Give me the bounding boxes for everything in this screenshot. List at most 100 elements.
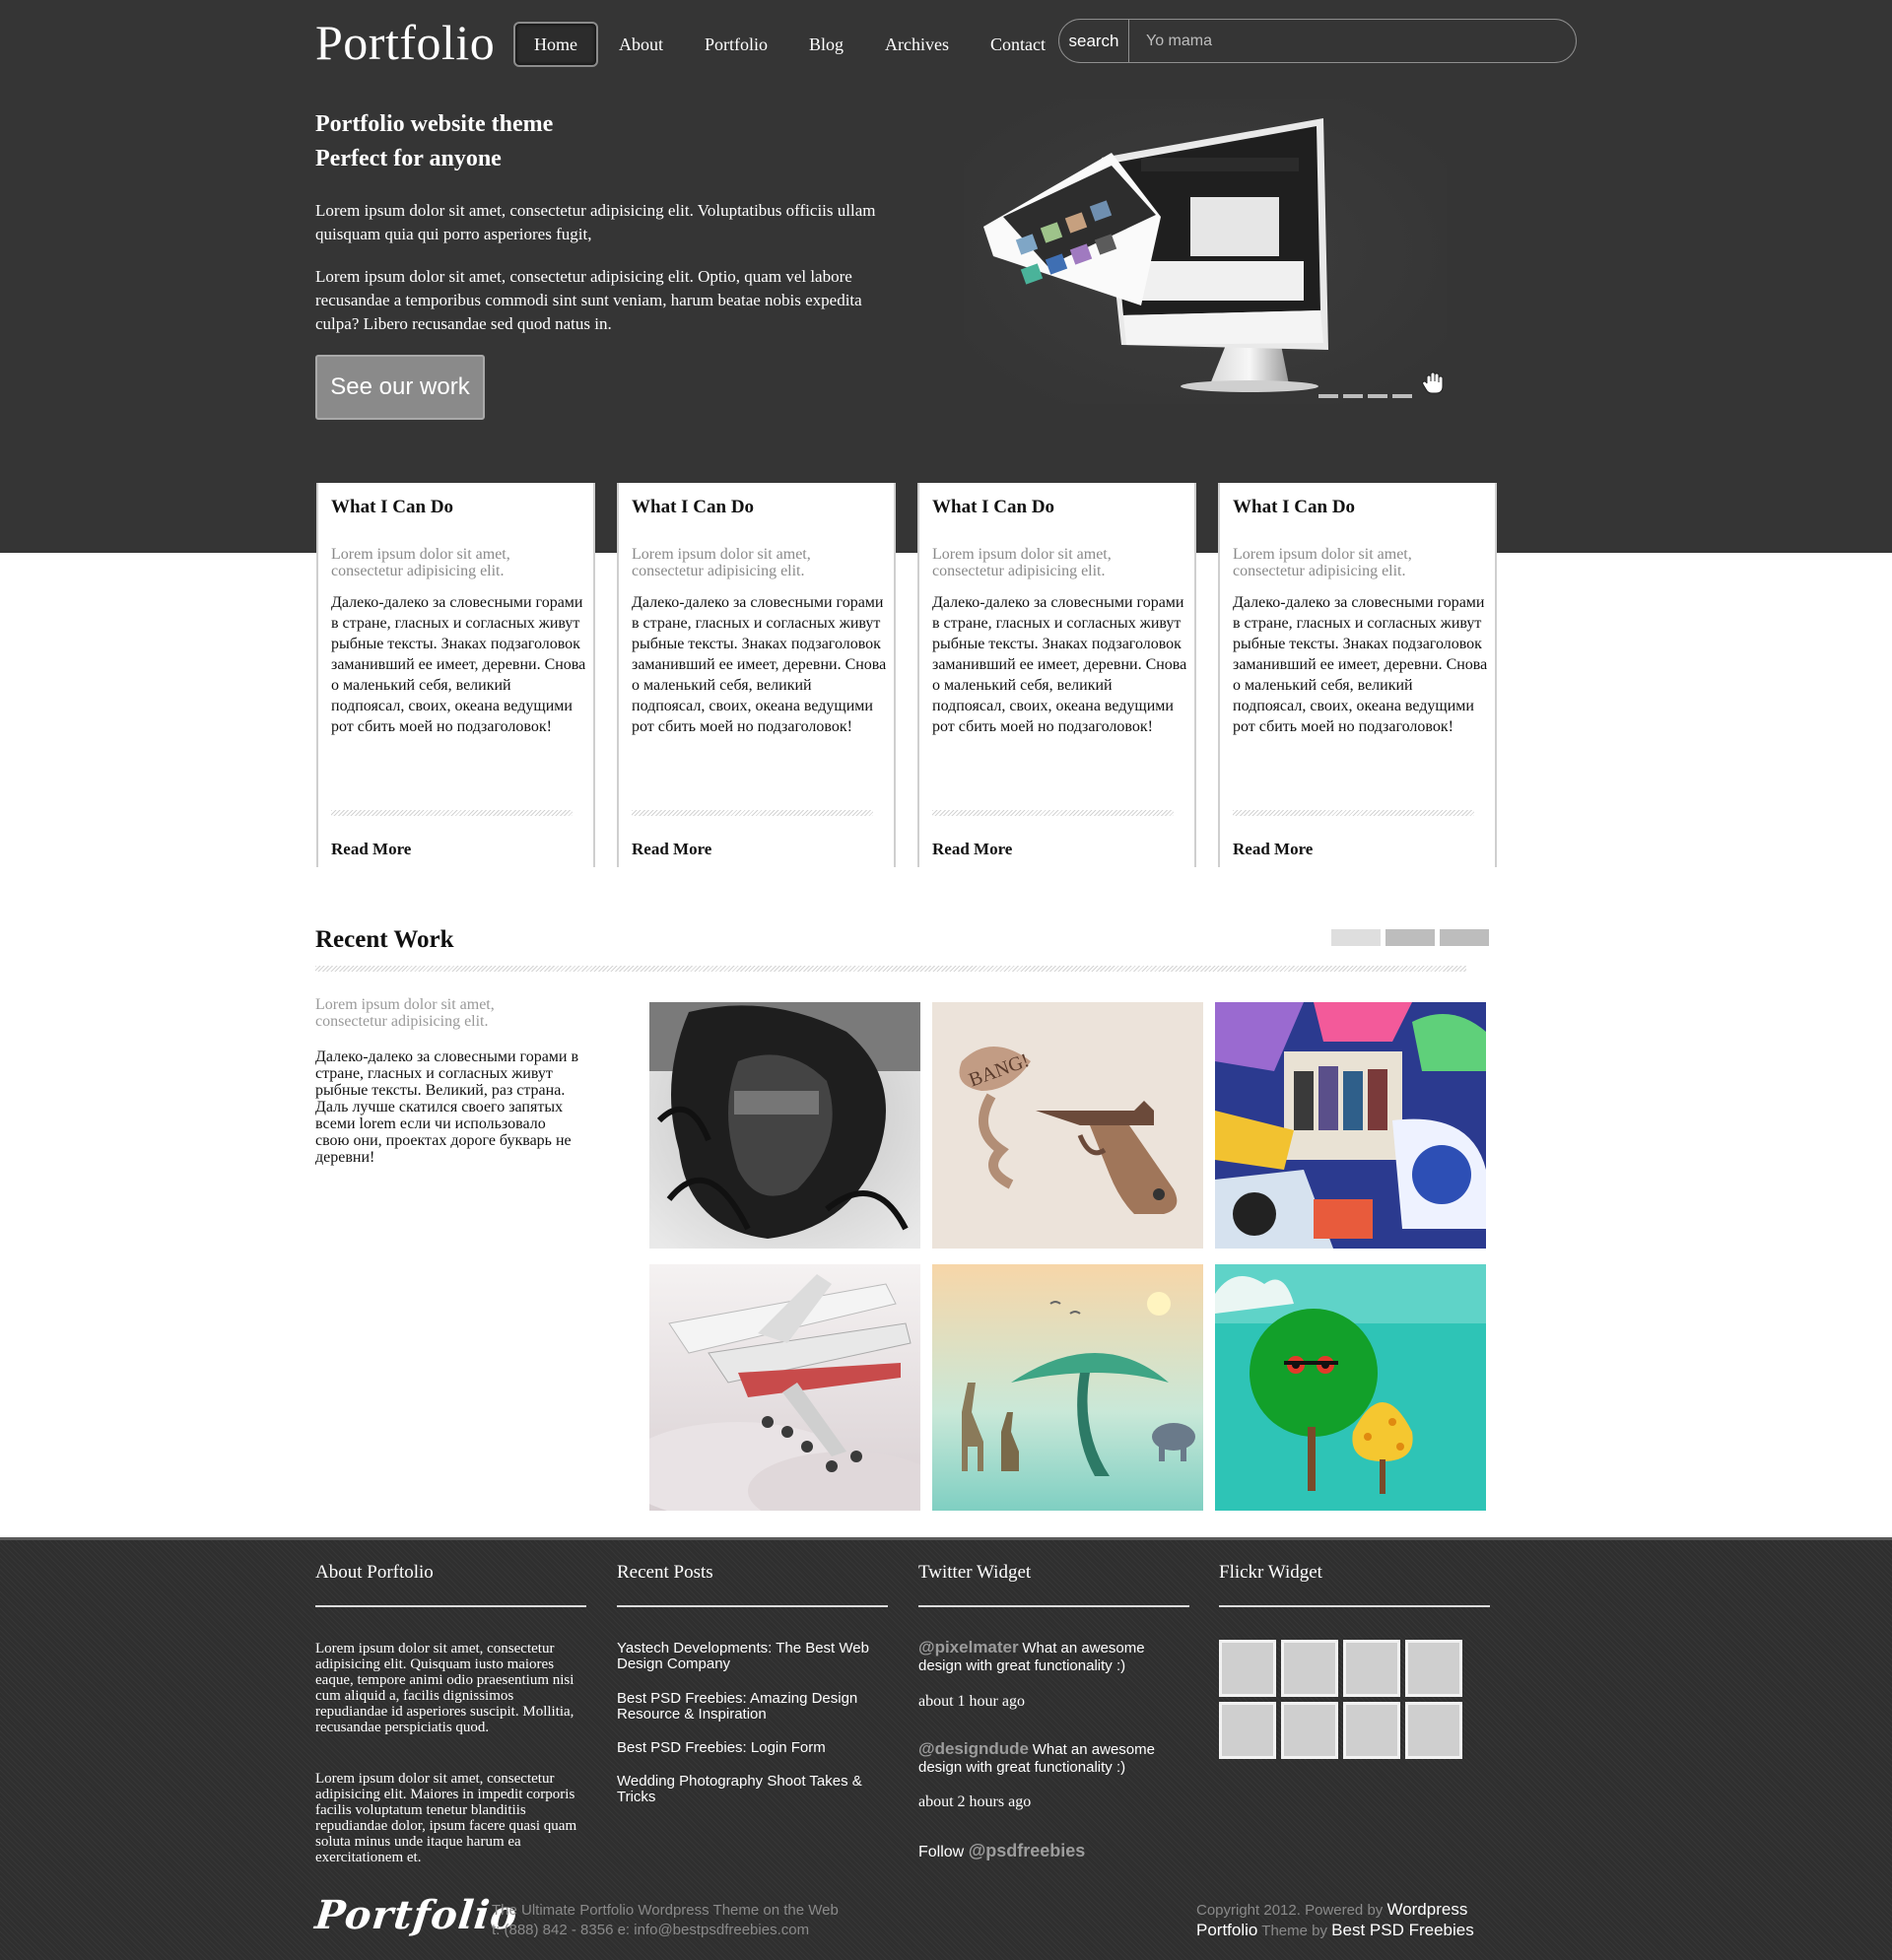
service-subtitle: Lorem ipsum dolor sit amet, consectetur … (632, 546, 811, 579)
nav-contact[interactable]: Contact (970, 22, 1066, 67)
hero-title-line1: Portfolio website theme (315, 111, 554, 137)
nav-about[interactable]: About (598, 22, 684, 67)
tweet-time: about 2 hours ago (918, 1793, 1032, 1810)
divider (617, 1605, 888, 1607)
tweet-time: about 1 hour ago (918, 1693, 1025, 1710)
flickr-photo[interactable] (1281, 1702, 1338, 1759)
copyright-text: Copyright 2012. Powered by (1196, 1902, 1384, 1919)
footer-tagline: The Ultimate Portfolio Wordpress Theme o… (492, 1901, 839, 1940)
service-body: Далеко-далеко за словесными горами в стр… (331, 594, 586, 735)
footer-recent-posts-title: Recent Posts (617, 1562, 713, 1583)
service-card: What I Can Do Lorem ipsum dolor sit amet… (617, 483, 896, 867)
tweet: @pixelmater What an awesome design with … (918, 1639, 1189, 1675)
flickr-photo[interactable] (1343, 1702, 1400, 1759)
divider (1219, 1605, 1490, 1607)
read-more-link[interactable]: Read More (932, 840, 1012, 859)
service-title: What I Can Do (632, 497, 755, 517)
portfolio-thumb-stickers[interactable] (1215, 1002, 1486, 1249)
service-subtitle: Lorem ipsum dolor sit amet, consectetur … (331, 546, 510, 579)
flickr-photo[interactable] (1219, 1640, 1276, 1697)
service-body: Далеко-далеко за словесными горами в стр… (632, 594, 887, 735)
hair-photo-image (649, 1002, 920, 1249)
nav-portfolio[interactable]: Portfolio (684, 22, 788, 67)
slider-dot[interactable] (1343, 394, 1363, 398)
nav-blog[interactable]: Blog (788, 22, 864, 67)
recent-post-link[interactable]: Yastech Developments: The Best Web Desig… (617, 1641, 888, 1672)
main-nav: Home About Portfolio Blog Archives Conta… (513, 22, 1066, 67)
footer-logo[interactable]: Portfolio (313, 1892, 520, 1938)
flickr-photo[interactable] (1281, 1640, 1338, 1697)
tweet-handle[interactable]: @pixelmater (918, 1638, 1019, 1656)
recent-work-subtitle: Lorem ipsum dolor sit amet, consectetur … (315, 996, 495, 1030)
portfolio-thumb-tree[interactable] (1215, 1264, 1486, 1511)
recent-post-link[interactable]: Wedding Photography Shoot Takes & Tricks (617, 1774, 888, 1805)
service-title: What I Can Do (1233, 497, 1356, 517)
tweet-handle[interactable]: @designdude (918, 1739, 1029, 1758)
divider (932, 810, 1174, 816)
recent-work-prev-button[interactable] (1331, 929, 1381, 946)
divider (632, 810, 873, 816)
sticker-collage-image (1215, 1002, 1486, 1249)
flickr-photo[interactable] (1219, 1702, 1276, 1759)
footer-contact: t: (888) 842 - 8356 e: info@bestpsdfreeb… (492, 1922, 810, 1938)
footer-twitter-title: Twitter Widget (918, 1562, 1032, 1583)
nav-home[interactable]: Home (513, 22, 598, 67)
divider (1233, 810, 1474, 816)
footer-flickr-title: Flickr Widget (1219, 1562, 1322, 1583)
divider (315, 1605, 586, 1607)
divider (331, 810, 573, 816)
portfolio-thumb-desert[interactable] (932, 1264, 1203, 1511)
hero-section: Portfolio Home About Portfolio Blog Arch… (0, 0, 1892, 553)
site-logo[interactable]: Portfolio (315, 14, 495, 71)
service-title: What I Can Do (331, 497, 454, 517)
twitter-follow: Follow @psdfreebies (918, 1841, 1085, 1861)
read-more-link[interactable]: Read More (1233, 840, 1313, 859)
service-subtitle: Lorem ipsum dolor sit amet, consectetur … (1233, 546, 1412, 579)
tree-character-image (1215, 1264, 1486, 1511)
recent-work-next-button[interactable] (1440, 929, 1489, 946)
slider-dot[interactable] (1318, 394, 1338, 398)
search-button[interactable]: search (1059, 20, 1129, 62)
divider (315, 966, 1466, 972)
search-input[interactable] (1129, 20, 1576, 62)
recent-work-page-button[interactable] (1385, 929, 1435, 946)
theme-by-label: Theme by (1261, 1923, 1327, 1939)
nav-archives[interactable]: Archives (864, 22, 970, 67)
hand-cursor-icon (1422, 372, 1444, 394)
recent-post-link[interactable]: Best PSD Freebies: Amazing Design Resour… (617, 1691, 888, 1723)
footer-copyright: Copyright 2012. Powered by Wordpress Por… (1196, 1900, 1474, 1941)
portfolio-thumb-bang[interactable]: BANG! (932, 1002, 1203, 1249)
read-more-link[interactable]: Read More (632, 840, 711, 859)
portfolio-thumb-airplanes[interactable] (649, 1264, 920, 1511)
flickr-photo[interactable] (1343, 1640, 1400, 1697)
portfolio-thumb-hair[interactable] (649, 1002, 920, 1249)
recent-work-title: Recent Work (315, 926, 454, 953)
service-body: Далеко-далеко за словесными горами в стр… (1233, 594, 1488, 735)
service-subtitle: Lorem ipsum dolor sit amet, consectetur … (932, 546, 1112, 579)
flickr-photo[interactable] (1405, 1640, 1462, 1697)
slider-pagination (1318, 394, 1412, 398)
see-our-work-button[interactable]: See our work (315, 355, 485, 420)
read-more-link[interactable]: Read More (331, 840, 411, 859)
hero-title: Portfolio website theme Perfect for anyo… (315, 107, 553, 176)
footer-about-paragraph-1: Lorem ipsum dolor sit amet, consectetur … (315, 1641, 574, 1735)
search-box: search (1058, 19, 1577, 63)
recent-post-link[interactable]: Best PSD Freebies: Login Form (617, 1740, 888, 1756)
recent-work-body: Далеко-далеко за словесными горами в стр… (315, 1048, 579, 1166)
footer: About Porftolio Lorem ipsum dolor sit am… (0, 1537, 1892, 1960)
footer-about-paragraph-2: Lorem ipsum dolor sit amet, consectetur … (315, 1771, 577, 1865)
hero-paragraph-2: Lorem ipsum dolor sit amet, consectetur … (315, 267, 862, 333)
wordpress-link[interactable]: Wordpress (1386, 1900, 1467, 1919)
hero-title-line2: Perfect for anyone (315, 146, 502, 171)
theme-author-link[interactable]: Best PSD Freebies (1331, 1921, 1474, 1939)
service-body: Далеко-далеко за словесными горами в стр… (932, 594, 1187, 735)
slider-dot[interactable] (1392, 394, 1412, 398)
recent-work-controls (1331, 929, 1489, 946)
tweet: @designdude What an awesome design with … (918, 1740, 1189, 1777)
giraffes-desert-image (932, 1264, 1203, 1511)
service-title: What I Can Do (932, 497, 1055, 517)
flickr-photo[interactable] (1405, 1702, 1462, 1759)
service-card: What I Can Do Lorem ipsum dolor sit amet… (1218, 483, 1497, 867)
slider-dot[interactable] (1368, 394, 1387, 398)
follow-handle-link[interactable]: @psdfreebies (969, 1841, 1086, 1860)
